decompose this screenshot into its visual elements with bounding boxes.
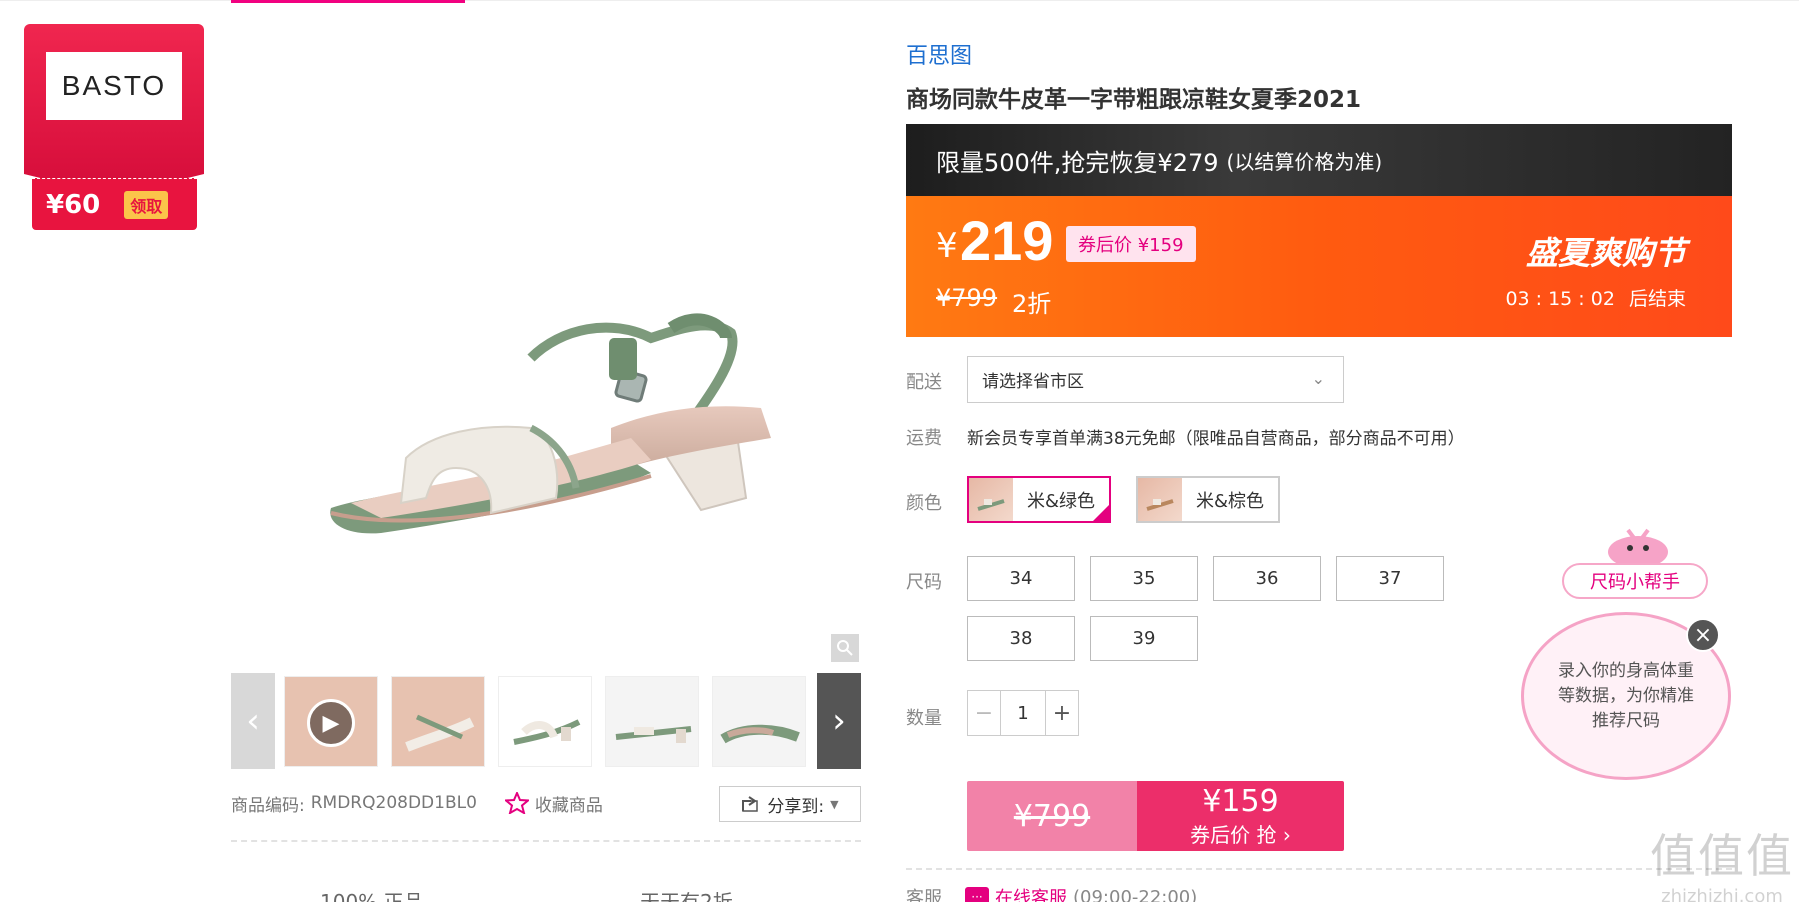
close-icon[interactable]: × [1686,618,1720,652]
chat-icon: ··· [965,887,989,902]
quantity-stepper: − 1 + [967,690,1079,736]
color-option-green[interactable]: 米&绿色 [967,476,1112,523]
limit-text: 限量500件,抢完恢复¥279 [936,148,1219,177]
shipping-label: 运费 [906,428,942,449]
delivery-label: 配送 [906,372,942,393]
quantity-increase-button[interactable]: + [1045,691,1078,735]
color-swatch [969,478,1013,521]
countdown-suffix: 后结束 [1628,288,1686,310]
service-hours: (09:00-22:00) [1073,886,1198,902]
play-icon[interactable]: ▶ [307,699,355,747]
after-coupon-price: 券后价 ¥159 [1066,226,1196,262]
buy-now-button[interactable]: ¥159 券后价 抢 › [1137,781,1344,851]
thumbnail-strip: ‹ ▶ › [231,673,861,769]
thumb-item[interactable] [498,676,592,767]
size-option[interactable]: 35 [1090,556,1198,601]
divider [231,840,861,842]
buy-original-price: ¥799 [967,781,1137,851]
size-option[interactable]: 37 [1336,556,1444,601]
color-option-label: 米&绿色 [1027,490,1096,512]
claim-coupon-button[interactable]: 领取 [124,190,169,219]
price-banner: ¥ 219 券后价 ¥159 ¥799 2折 盛夏爽购节 03 : 15 : 0… [906,196,1732,337]
sale-price: 219 [960,209,1054,272]
product-meta-row: 商品编码: RMDRQ208DD1BL0 收藏商品 分享到: ▼ [231,785,861,822]
promo-limit-banner: 限量500件,抢完恢复¥279 (以结算价格为准) [906,124,1732,196]
watermark-text: 值值值 [1650,829,1794,883]
thumb-item[interactable] [605,676,699,767]
countdown-value: 03 : 15 : 02 [1505,288,1615,310]
caret-down-icon: ▼ [830,797,839,811]
brand-badge[interactable]: BASTO ¥60 领取 [24,24,204,230]
chevron-down-icon: ⌄ [1311,369,1325,388]
product-title: 商场同款牛皮革一字带粗跟凉鞋女夏季2021 [906,87,1362,113]
active-tab-indicator [231,0,465,3]
share-icon [742,796,759,812]
genuine-badge: 100% 正品 [320,890,424,902]
favorite-button[interactable]: 收藏商品 [504,791,603,816]
quantity-decrease-button[interactable]: − [968,691,1001,735]
watermark-domain: zhizhizhi.com [1661,886,1783,902]
share-label: 分享到: [767,796,825,817]
thumb-video[interactable]: ▶ [284,676,378,767]
buy-action-label: 券后价 抢 › [1190,822,1291,847]
countdown-timer: 03 : 15 : 02 后结束 [1505,284,1686,311]
selected-check-icon [1091,503,1112,523]
size-helper-button[interactable]: 尺码小帮手 [1562,563,1708,599]
mascot-icon [1608,528,1668,568]
share-button[interactable]: 分享到: ▼ [719,786,861,822]
region-placeholder: 请选择省市区 [982,372,1084,392]
store-coupon[interactable]: ¥60 领取 [32,178,197,230]
limit-note: (以结算价格为准) [1226,149,1383,174]
divider [906,868,1732,870]
size-label: 尺码 [906,572,942,593]
thumb-next-button[interactable]: › [817,673,861,769]
sandal-image [330,313,771,534]
quantity-input[interactable]: 1 [1001,691,1045,735]
main-product-image[interactable] [231,28,861,658]
product-code-label: 商品编码: [231,795,305,816]
size-option[interactable]: 39 [1090,616,1198,661]
service-link-text[interactable]: 在线客服 [995,884,1067,902]
festival-title: 盛夏爽购节 [1525,234,1686,272]
discount-rate: 2折 [1012,290,1052,318]
buy-button[interactable]: ¥799 ¥159 券后价 抢 › [967,781,1344,851]
star-icon [504,792,529,814]
online-service-link[interactable]: ··· 在线客服 (09:00-22:00) [965,884,1197,902]
color-swatch [1138,478,1182,521]
color-label: 颜色 [906,493,942,514]
watermark: 值值值 zhizhizhi.com [1650,820,1794,902]
product-code: RMDRQ208DD1BL0 [310,793,477,813]
quantity-label: 数量 [906,708,942,729]
original-price: ¥799 [936,284,998,312]
store-link[interactable]: 百思图 [906,38,972,70]
region-select[interactable]: 请选择省市区 ⌄ [967,356,1344,403]
daily-discount-badge: 天天有2折 [640,890,733,902]
brand-logo[interactable]: BASTO [46,52,182,120]
favorite-label: 收藏商品 [534,795,603,816]
thumb-prev-button[interactable]: ‹ [231,673,275,769]
zoom-icon[interactable] [831,634,859,662]
color-option-label: 米&棕色 [1196,490,1265,512]
thumb-item[interactable] [712,676,806,767]
color-option-brown[interactable]: 米&棕色 [1136,476,1281,523]
buy-price: ¥159 [1202,783,1279,819]
size-option[interactable]: 38 [967,616,1075,661]
size-option[interactable]: 34 [967,556,1075,601]
coupon-amount: ¥60 [46,189,101,220]
service-label: 客服 [906,888,942,902]
product-page: BASTO ¥60 领取 ‹ ▶ › 商品编码: RMDRQ208DD1BL0 … [0,0,1799,902]
size-option[interactable]: 36 [1213,556,1321,601]
currency-symbol: ¥ [936,226,958,266]
thumb-item[interactable] [391,676,485,767]
shipping-info: 新会员专享首单满38元免邮（限唯品自营商品，部分商品不可用） [967,429,1465,449]
